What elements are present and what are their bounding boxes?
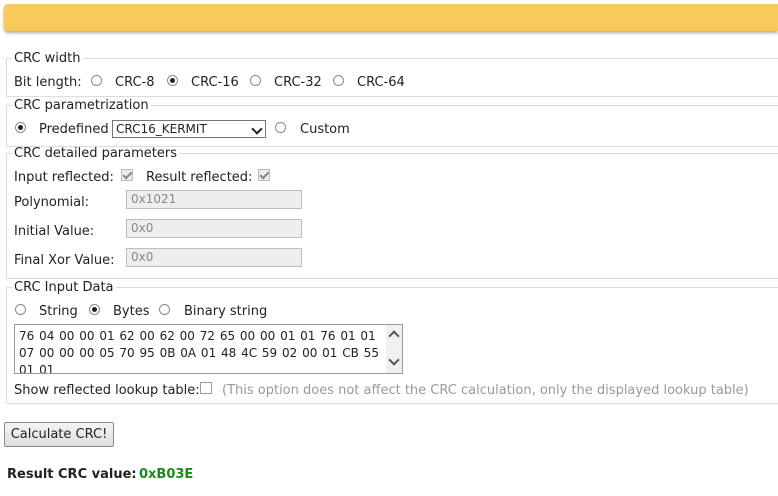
radio-crc64-label[interactable]: CRC-64 [357,75,405,90]
radio-bytes[interactable] [89,304,100,315]
crc-input-legend: CRC Input Data [14,280,114,295]
lookup-table-checkbox[interactable] [200,382,212,394]
result-reflected-label: Result reflected: [146,170,253,185]
bit-length-label: Bit length: [14,75,82,90]
radio-crc32[interactable] [250,75,261,86]
input-data-textarea[interactable]: 76 04 00 00 01 62 00 62 00 72 65 00 00 0… [14,324,403,374]
header-bar [4,4,778,31]
radio-custom[interactable] [275,122,286,133]
crc-details-legend: CRC detailed parameters [14,146,177,161]
input-reflected-label: Input reflected: [14,170,114,185]
initial-value-label: Initial Value: [14,224,95,239]
radio-binary-string[interactable] [159,304,170,315]
initial-value-field[interactable]: 0x0 [126,219,302,238]
radio-crc16-label[interactable]: CRC-16 [191,75,239,90]
radio-binary-string-label[interactable]: Binary string [184,304,267,319]
polynomial-field[interactable]: 0x1021 [126,190,302,209]
chevron-up-icon[interactable] [388,330,400,342]
radio-bytes-label[interactable]: Bytes [113,304,149,319]
chevron-down-icon [251,123,263,135]
radio-crc8-label[interactable]: CRC-8 [115,75,155,90]
input-reflected-checkbox[interactable] [121,169,133,181]
result-label: Result CRC value: [7,467,137,482]
lookup-table-label: Show reflected lookup table: [14,383,200,398]
result-reflected-checkbox[interactable] [258,169,270,181]
final-xor-field[interactable]: 0x0 [126,248,302,267]
radio-string-label[interactable]: String [39,304,78,319]
radio-custom-label[interactable]: Custom [300,122,350,137]
radio-crc8[interactable] [91,75,102,86]
chevron-down-icon[interactable] [388,354,400,366]
radio-string[interactable] [15,304,26,315]
crc-param-legend: CRC parametrization [14,98,149,113]
radio-predefined[interactable] [15,122,26,133]
lookup-table-note: (This option does not affect the CRC cal… [222,383,749,398]
algorithm-select[interactable]: CRC16_KERMIT [112,120,266,138]
input-data-text: 76 04 00 00 01 62 00 62 00 72 65 00 00 0… [19,329,379,374]
crc-width-legend: CRC width [14,51,81,66]
radio-crc64[interactable] [333,75,344,86]
radio-crc32-label[interactable]: CRC-32 [274,75,322,90]
textarea-scrollbar[interactable] [386,325,402,373]
result-value: 0xB03E [139,467,194,482]
calculate-crc-button[interactable]: Calculate CRC! [4,422,114,447]
crc-width-group: CRC width [6,51,778,97]
algorithm-select-value: CRC16_KERMIT [116,122,207,136]
final-xor-label: Final Xor Value: [14,253,115,268]
crc-details-group: CRC detailed parameters [6,146,778,279]
polynomial-label: Polynomial: [14,195,90,210]
radio-crc16[interactable] [167,75,178,86]
radio-predefined-label[interactable]: Predefined [39,122,109,137]
